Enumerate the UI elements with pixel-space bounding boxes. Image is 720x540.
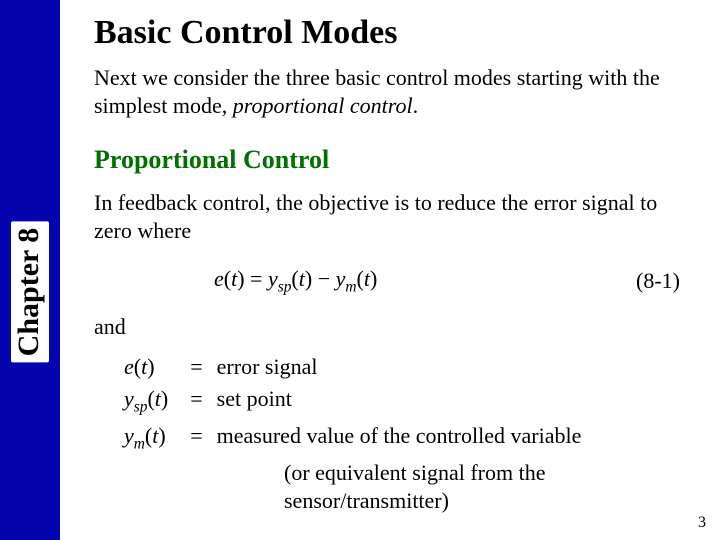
intro-emphasis: proportional control: [233, 93, 413, 118]
slide-content: Basic Control Modes Next we consider the…: [60, 0, 720, 540]
def-equals: =: [190, 423, 216, 453]
def-symbol: e(t): [124, 354, 190, 380]
definition-row: ym(t) = measured value of the controlled…: [124, 423, 581, 453]
and-word: and: [94, 314, 690, 340]
slide-page: Chapter 8 Basic Control Modes Next we co…: [0, 0, 720, 540]
page-number: 3: [698, 514, 706, 532]
eq-lhs: e(t): [214, 266, 245, 291]
chapter-sidebar: Chapter 8: [0, 0, 60, 540]
eq-r1: ysp(t): [268, 266, 312, 291]
def-description: error signal: [217, 354, 582, 380]
section-heading: Proportional Control: [94, 145, 690, 175]
equation-main: e(t) = ysp(t) − ym(t): [214, 266, 377, 296]
equation-label: (8-1): [636, 268, 680, 294]
chapter-label: Chapter 8: [11, 221, 49, 362]
def-description: set point: [217, 386, 582, 416]
def-symbol: ysp(t): [124, 386, 190, 416]
definition-extra: (or equivalent signal from the sensor/tr…: [124, 459, 690, 514]
definitions-table: e(t) = error signal ysp(t) = set point y…: [124, 348, 581, 459]
body-text-1: In feedback control, the objective is to…: [94, 189, 690, 244]
def-equals: =: [190, 386, 216, 416]
eq-equals: =: [250, 266, 262, 291]
def-symbol: ym(t): [124, 423, 190, 453]
intro-text: Next we consider the three basic control…: [94, 64, 690, 119]
equation-row: e(t) = ysp(t) − ym(t) (8-1): [94, 266, 690, 296]
definition-row: ysp(t) = set point: [124, 386, 581, 416]
intro-suffix: .: [413, 93, 419, 118]
def-equals: =: [190, 354, 216, 380]
def-description: measured value of the controlled variabl…: [217, 423, 582, 453]
eq-r2: ym(t): [336, 266, 378, 291]
page-title: Basic Control Modes: [94, 14, 690, 52]
definition-row: e(t) = error signal: [124, 354, 581, 380]
eq-minus: −: [318, 266, 330, 291]
